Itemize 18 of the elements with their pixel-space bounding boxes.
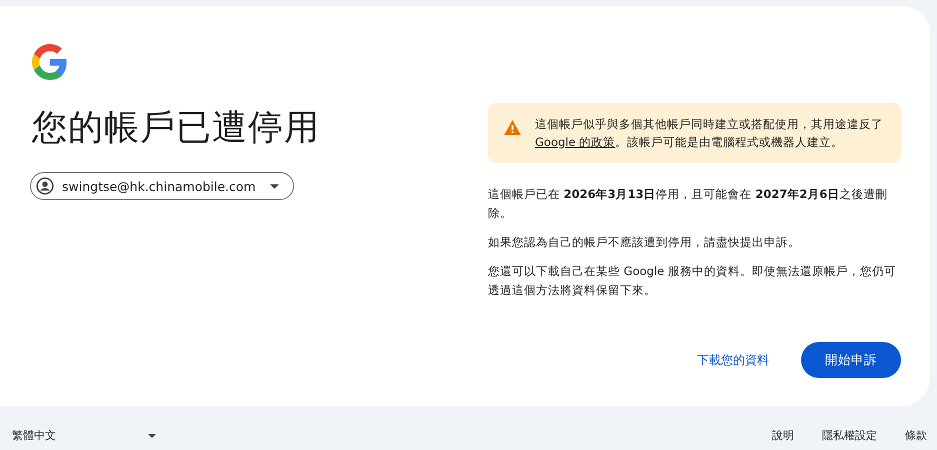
warning-text: 這個帳戶似乎與多個其他帳戶同時建立或搭配使用，其用途違反了 Google 的政策。該帳戶可能是由電腦程式或機器人建立。 bbox=[535, 116, 884, 151]
policy-link[interactable]: Google 的政策 bbox=[535, 135, 616, 149]
body-text: 這個帳戶已在 2026年3月13日停用，且可能會在 2027年2月6日之後遭刪除。 bbox=[488, 186, 888, 222]
footer-link[interactable]: 條款 bbox=[905, 428, 927, 443]
footer-link[interactable]: 說明 bbox=[772, 428, 794, 443]
warning-icon bbox=[504, 120, 521, 135]
body-text: 如果您認為自己的帳戶不應該遭到停用，請盡快提出申訴。 bbox=[488, 234, 801, 251]
caret-icon bbox=[270, 184, 279, 188]
google-logo-icon bbox=[32, 44, 68, 80]
account-chip[interactable]: swingtse@hk.chinamobile.com bbox=[30, 172, 294, 200]
appeal-button[interactable]: 開始申訴 bbox=[801, 342, 901, 378]
body-text: 您還可以下載自己在某些 Google 服務中的資料。即使無法還原帳戶，您仍可透過這個方法將資料保留下來。 bbox=[488, 263, 897, 299]
download-button[interactable]: 下載您的資料 bbox=[693, 344, 773, 376]
footer-link[interactable]: 隱私權設定 bbox=[822, 428, 877, 443]
account-icon bbox=[36, 177, 54, 195]
language-selector[interactable]: 繁體中文 bbox=[12, 426, 156, 445]
page-title: 您的帳戶已遭停用 bbox=[32, 107, 320, 150]
caret-icon bbox=[148, 434, 156, 438]
